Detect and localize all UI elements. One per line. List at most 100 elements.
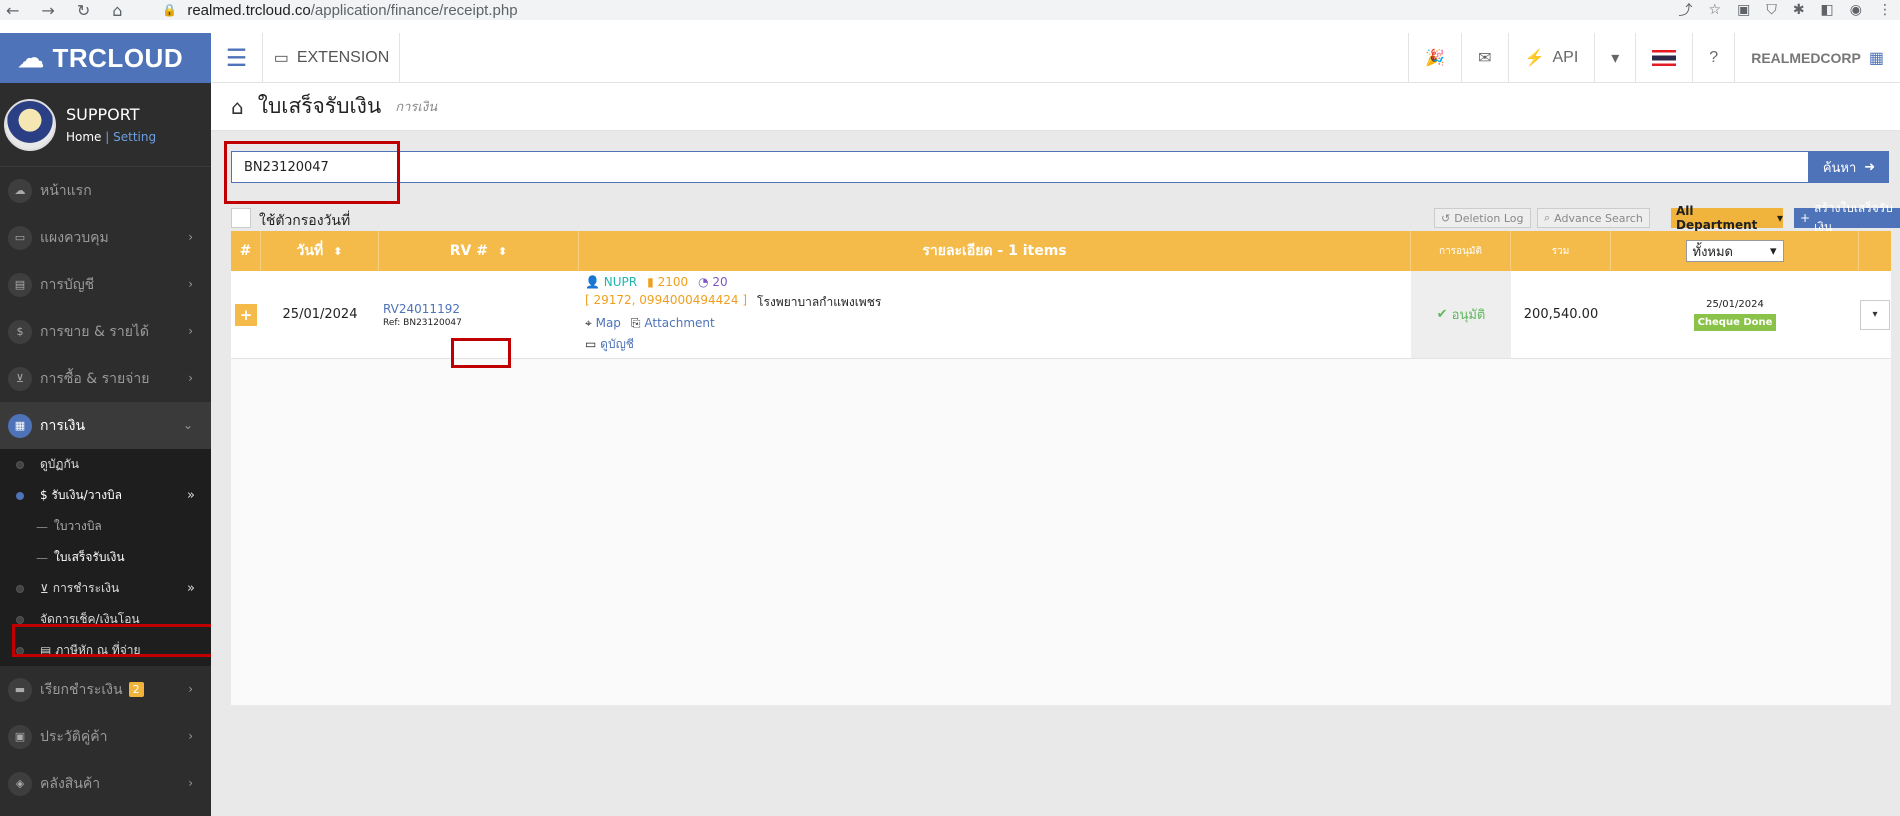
chevron-down-icon: ▾ bbox=[1776, 211, 1783, 225]
party-icon: 🎉 bbox=[1425, 50, 1446, 67]
customer-ids[interactable]: [ 29172, 0994000494424 ] bbox=[585, 293, 747, 312]
extension-button[interactable]: ▭ EXTENSION bbox=[264, 33, 400, 83]
company-name: REALMEDCORP bbox=[1751, 50, 1861, 66]
code-value: 2100 bbox=[657, 275, 689, 289]
arrow-circle-right-icon: ➜ bbox=[1864, 159, 1876, 175]
sidebar-item-finance[interactable]: ▦ การเงิน ⌄ bbox=[0, 402, 211, 449]
double-chevron-down-icon: » bbox=[187, 488, 195, 503]
header-num: # bbox=[231, 231, 261, 271]
sidebar-item-home[interactable]: ☁ หน้าแรก bbox=[0, 167, 211, 214]
count-value: 20 bbox=[712, 275, 728, 289]
caret-down-icon: ▾ bbox=[1611, 50, 1620, 67]
sidebar-item-dashboard[interactable]: ▭ แผงควบคุม › bbox=[0, 214, 211, 261]
sidebar-item-billing-request[interactable]: ▬ เรียกชำระเงิน 2 › bbox=[0, 666, 211, 713]
bullet-dot bbox=[16, 461, 24, 469]
api-button[interactable]: ⚡ API bbox=[1507, 33, 1595, 83]
highlight-box-search bbox=[224, 141, 400, 204]
puzzle-icon[interactable]: ✱ bbox=[1793, 2, 1805, 18]
dropdown-button[interactable]: ▾ bbox=[1594, 33, 1635, 83]
home-icon[interactable]: ⌂ bbox=[231, 95, 244, 119]
submenu-item-overview[interactable]: ดูบัฏกัน bbox=[0, 449, 211, 480]
user-icon: 👤 bbox=[585, 275, 600, 289]
header-actions bbox=[1859, 231, 1891, 271]
star-icon[interactable]: ☆ bbox=[1709, 2, 1722, 18]
cloud-icon: ☁ bbox=[18, 42, 45, 73]
chevron-right-icon: › bbox=[188, 230, 193, 244]
address-bar[interactable]: 🔒 realmed.trcloud.co/application/finance… bbox=[162, 2, 517, 19]
search-icon: ⌕ bbox=[1544, 211, 1551, 224]
cell-date: 25/01/2024 bbox=[282, 307, 358, 322]
bullet-dot bbox=[16, 585, 24, 593]
advance-search-button[interactable]: ⌕ Advance Search bbox=[1537, 208, 1650, 228]
expand-row-button[interactable]: + bbox=[235, 303, 257, 326]
menu-dots-icon[interactable]: ⋮ bbox=[1878, 2, 1892, 18]
check-circle-icon: ✔ bbox=[1436, 307, 1448, 322]
rv-link[interactable]: RV24011192 bbox=[383, 302, 460, 316]
chevron-right-icon: › bbox=[188, 682, 193, 696]
submenu-item-payment[interactable]: ⊻ การชำระเงิน » bbox=[0, 573, 211, 604]
header-date[interactable]: วันที่ ⬍ bbox=[261, 231, 379, 271]
brand-logo[interactable]: ☁ TRCLOUD bbox=[0, 33, 211, 83]
header-rv-label: RV # bbox=[449, 243, 488, 259]
credit-card-icon: ▬ bbox=[8, 677, 32, 702]
status-filter-select[interactable]: ทั้งหมด ▾ bbox=[1685, 240, 1784, 262]
sidebar-item-sales[interactable]: $ การขาย & รายได้ › bbox=[0, 308, 211, 355]
home-browser-icon[interactable]: ⌂ bbox=[112, 1, 122, 20]
sidebar-item-purchase[interactable]: ⊻ การซื้อ & รายจ่าย › bbox=[0, 355, 211, 402]
reload-icon[interactable]: ↻ bbox=[77, 1, 90, 20]
avatar[interactable] bbox=[4, 98, 56, 151]
double-chevron-right-icon: » bbox=[187, 581, 195, 596]
deletion-log-label: Deletion Log bbox=[1454, 211, 1524, 225]
company-button[interactable]: REALMEDCORP ▦ bbox=[1734, 33, 1900, 83]
boxes-icon: ◈ bbox=[8, 771, 32, 796]
date-filter-checkbox[interactable] bbox=[231, 208, 251, 228]
highlight-box-ref bbox=[451, 338, 511, 368]
create-receipt-button[interactable]: + สร้างใบเสร็จรับเงิน bbox=[1794, 201, 1900, 234]
cell-status: 25/01/2024 Cheque Done bbox=[1611, 271, 1859, 358]
sidepanel-icon[interactable]: ◧ bbox=[1821, 2, 1834, 18]
setting-link[interactable]: Setting bbox=[113, 130, 156, 144]
sidebar-item-inventory[interactable]: ◈ คลังสินค้า › bbox=[0, 760, 211, 807]
dollar-icon: $ bbox=[8, 319, 32, 344]
cell-approval: ✔ อนุมัติ bbox=[1411, 271, 1511, 358]
paperclip-icon: ⎘ bbox=[630, 316, 641, 330]
map-link[interactable]: ⌖ Map bbox=[585, 316, 621, 331]
account-link[interactable]: ▭ ดูบัญชี bbox=[585, 335, 634, 354]
forward-icon[interactable]: → bbox=[41, 1, 54, 20]
home-link[interactable]: Home bbox=[66, 130, 101, 144]
monitor-icon: ▭ bbox=[273, 50, 289, 67]
contact-icon: ▣ bbox=[8, 724, 32, 749]
share-icon[interactable]: ⤴ bbox=[1679, 0, 1693, 20]
shield-icon[interactable]: ⛉ bbox=[1766, 2, 1777, 18]
cart-icon: ⊻ bbox=[8, 366, 32, 391]
sidebar-item-label: การขาย & รายได้ bbox=[40, 323, 150, 340]
row-menu-button[interactable]: ▾ bbox=[1860, 299, 1890, 330]
profile-icon[interactable]: ◉ bbox=[1850, 2, 1862, 18]
attachment-link[interactable]: ⎘ Attachment bbox=[631, 316, 715, 331]
back-icon[interactable]: ← bbox=[6, 1, 19, 20]
submenu-item-receipt[interactable]: — ใบเสร็จรับเงิน bbox=[0, 542, 211, 573]
header-rv[interactable]: RV # ⬍ bbox=[379, 231, 579, 271]
extension-icon[interactable]: ▣ bbox=[1737, 2, 1750, 18]
attachment-label: Attachment bbox=[644, 316, 715, 330]
hamburger-menu-button[interactable]: ☰ bbox=[211, 33, 263, 83]
chevron-down-icon: ⌄ bbox=[182, 418, 193, 432]
mail-button[interactable]: ✉ bbox=[1461, 33, 1507, 83]
receipt-table: # วันที่ ⬍ RV # ⬍ รายละเอียด - 1 items การ… bbox=[231, 231, 1891, 705]
bullet-dot bbox=[16, 492, 24, 500]
party-button[interactable]: 🎉 bbox=[1408, 33, 1461, 83]
search-input[interactable]: BN23120047 bbox=[231, 151, 1809, 183]
submenu-item-billing[interactable]: — ใบวางบิล bbox=[0, 511, 211, 542]
department-select[interactable]: All Department ▾ bbox=[1671, 204, 1783, 232]
customer-name: โรงพยาบาลกำแพงเพชร bbox=[757, 295, 882, 309]
search-button[interactable]: ค้นหา ➜ bbox=[1809, 151, 1889, 183]
account-label: ดูบัญชี bbox=[600, 337, 634, 351]
deletion-log-button[interactable]: ↺ Deletion Log bbox=[1434, 208, 1531, 228]
link-separator: | bbox=[105, 130, 110, 144]
cloud-icon: ☁ bbox=[8, 178, 32, 203]
sidebar-item-accounting[interactable]: ▤ การบัญชี › bbox=[0, 261, 211, 308]
submenu-item-receive[interactable]: $ รับเงิน/วางบิล » bbox=[0, 480, 211, 511]
sidebar-item-partner-history[interactable]: ▣ ประวัติคู่ค้า › bbox=[0, 713, 211, 760]
language-button[interactable] bbox=[1635, 33, 1692, 83]
help-button[interactable]: ? bbox=[1692, 33, 1734, 83]
